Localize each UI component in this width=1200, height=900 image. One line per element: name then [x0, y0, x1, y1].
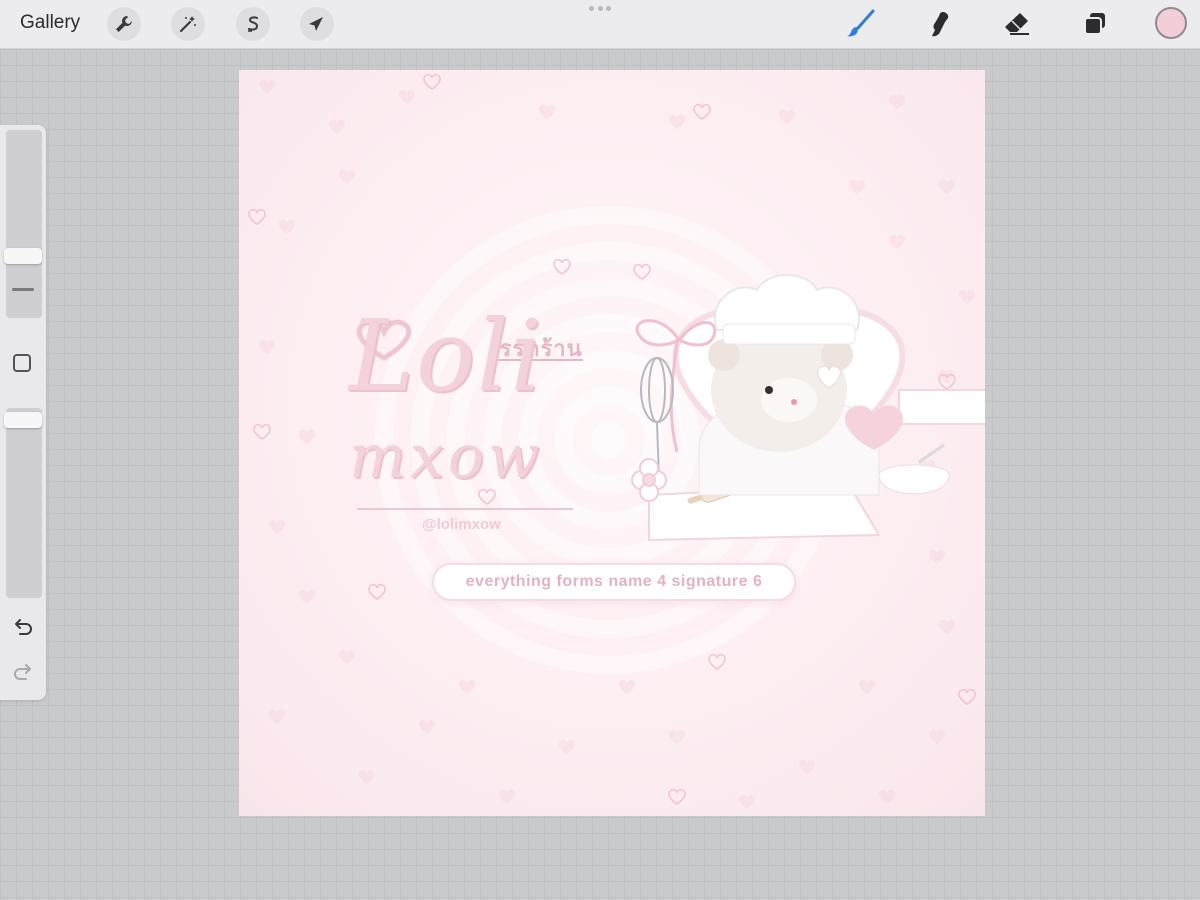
actions-button[interactable] [107, 7, 141, 41]
arrow-cursor-icon [309, 17, 323, 31]
eraser-icon [1005, 13, 1029, 35]
transform-button[interactable] [300, 7, 334, 41]
handle-divider [357, 508, 573, 510]
smudge-tool-button[interactable] [922, 6, 958, 42]
grabber-dot [606, 6, 611, 11]
brush-size-thumb[interactable] [4, 248, 42, 264]
opacity-slider[interactable] [6, 408, 42, 598]
info-pill: everything forms name 4 signature 6 [432, 563, 796, 601]
script-title-loli: Loli [349, 300, 544, 414]
brush-icon [847, 9, 875, 37]
grabber-dot [589, 6, 594, 11]
info-pill-text: everything forms name 4 signature 6 [465, 573, 763, 590]
selection-s-icon [248, 16, 259, 32]
top-toolbar: Gallery [0, 0, 1200, 49]
magic-wand-icon [179, 16, 196, 33]
gallery-button[interactable]: Gallery [20, 12, 80, 34]
layers-tool-button[interactable] [1077, 6, 1113, 42]
slider-divider [12, 288, 34, 291]
redo-button[interactable] [11, 660, 35, 684]
selection-button[interactable] [236, 7, 270, 41]
undo-button[interactable] [11, 615, 35, 639]
smudge-icon [932, 12, 949, 37]
color-picker-button[interactable] [1155, 7, 1187, 39]
opacity-thumb[interactable] [4, 412, 42, 428]
layers-icon [1084, 13, 1105, 35]
adjustments-button[interactable] [171, 7, 205, 41]
chef-bear-illustration [631, 274, 985, 542]
toolbar-grabber[interactable] [589, 6, 611, 12]
handle-text: @lolimxow [422, 516, 501, 533]
script-title-mxow: mxow [349, 422, 544, 492]
brush-tool-button[interactable] [843, 6, 879, 42]
left-sidebar [0, 125, 46, 700]
wrench-icon [116, 16, 132, 32]
modify-button[interactable] [13, 354, 31, 372]
undo-icon [15, 619, 32, 635]
artwork-canvas[interactable]: เรรดร้าน Loli mxow @lolimxow everything … [239, 70, 985, 816]
eraser-tool-button[interactable] [999, 6, 1035, 42]
grabber-dot [597, 6, 603, 11]
redo-icon [14, 664, 31, 680]
